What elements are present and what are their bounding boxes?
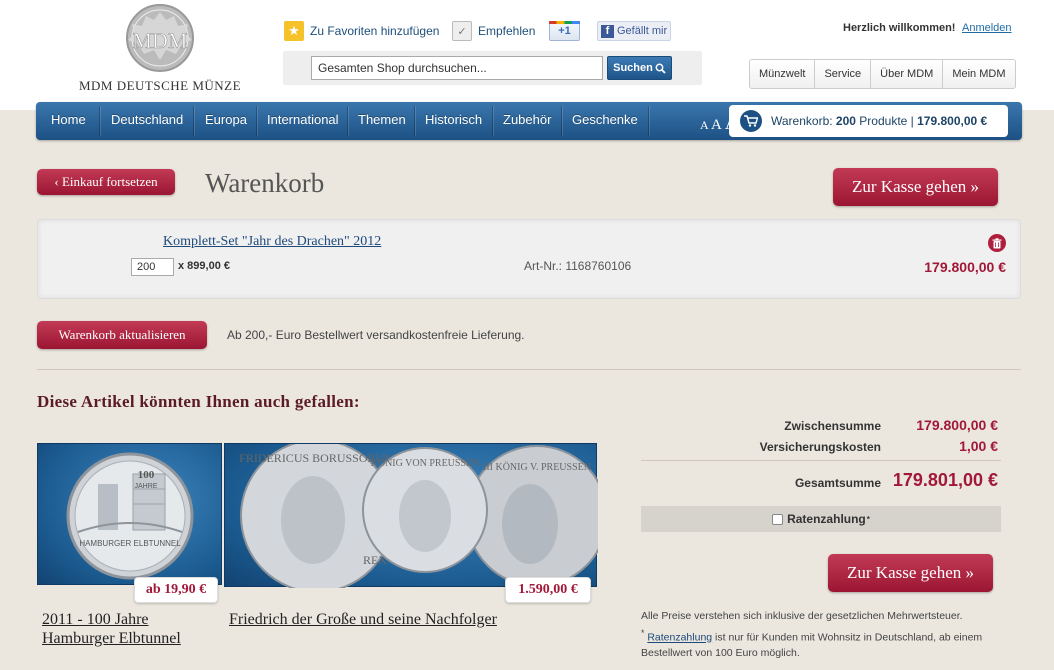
cart-item-name[interactable]: Komplett-Set "Jahr des Drachen" 2012 [163,234,381,250]
subtotal-value: 179.800,00 € [916,417,998,433]
item-total: 179.800,00 € [924,259,1006,275]
installment-note: * Ratenzahlung ist nur für Kunden mit Wo… [641,626,1011,661]
font-size-small[interactable]: A [700,118,708,132]
nav-themen[interactable]: Themen [358,102,406,140]
shipping-note: Ab 200,- Euro Bestellwert versandkostenf… [227,328,525,342]
login-link[interactable]: Anmelden [962,22,1012,34]
coin-text: 100 [138,469,155,481]
nav-geschenke[interactable]: Geschenke [572,102,638,140]
coin-text: HAMBURGER ELBTUNNEL [79,539,181,548]
total-value: 179.801,00 € [892,470,998,490]
top-link-muenzwelt[interactable]: Münzwelt [750,60,816,88]
top-link-service[interactable]: Service [815,60,872,88]
welcome-text: Herzlich willkommen! [843,22,956,34]
nav-separator [193,106,194,136]
vat-note: Alle Preise verstehen sich inklusive der… [641,610,963,622]
footnote-mark: * [641,628,645,638]
page-title: Warenkorb [205,168,325,198]
fb-like-label: Gefällt mir [617,25,668,37]
search-input[interactable] [311,56,603,80]
favorites-label: Zu Favoriten hinzufügen [310,24,440,38]
nav-europa[interactable]: Europa [205,102,247,140]
logo[interactable]: MDM MDM DEUTSCHE MÜNZE [70,4,250,96]
checkout-button-bottom[interactable]: Zur Kasse gehen » [828,554,993,592]
nav-separator [347,106,348,136]
installment-link[interactable]: Ratenzahlung [647,632,712,644]
top-link-ueber-mdm[interactable]: Über MDM [871,60,944,88]
recommendations-title: Diese Artikel könnten Ihnen auch gefalle… [37,392,360,411]
font-size-medium[interactable]: A [711,117,722,133]
nav-separator [492,106,493,136]
checkout-button-top[interactable]: Zur Kasse gehen » [833,168,998,206]
insurance-label: Versicherungskosten [759,440,881,454]
cart-widget-total: 179.800,00 € [917,114,988,128]
installment-footnote-mark: * [866,514,870,524]
logo-text: MDM DEUTSCHE MÜNZE [78,78,242,93]
installment-option: Ratenzahlung * [641,506,1001,532]
installment-label: Ratenzahlung [787,512,866,526]
product-image-elbtunnel[interactable]: 100 JAHRE HAMBURGER ELBTUNNEL [37,443,222,585]
coin-text: JAHRE [135,483,158,490]
star-icon: ★ [284,21,304,41]
trash-icon[interactable] [988,234,1006,252]
top-link-mein-mdm[interactable]: Mein MDM [943,60,1014,88]
divider [37,369,1021,370]
subtotal-label: Zwischensumme [784,419,881,433]
eagle-icon: MDM [126,4,194,72]
checkmark-icon: ✓ [452,21,472,41]
cart-icon [740,110,762,132]
product-name-friedrich[interactable]: Friedrich der Große und seine Nachfolger [229,610,599,629]
insurance-value: 1,00 € [959,438,998,454]
nav-zubehoer[interactable]: Zubehör [503,102,551,140]
nav-deutschland[interactable]: Deutschland [111,102,183,140]
search-button[interactable]: Suchen [607,56,672,80]
nav-separator [414,106,415,136]
nav-international[interactable]: International [267,102,339,140]
nav-separator [648,106,649,136]
installment-checkbox[interactable] [772,513,784,525]
cart-widget-products: Produkte | [859,114,914,128]
nav-historisch[interactable]: Historisch [425,102,482,140]
update-cart-button[interactable]: Warenkorb aktualisieren [37,321,207,349]
recommend-link[interactable]: ✓ Empfehlen [452,20,535,42]
nav-separator [256,106,257,136]
magnifier-icon [655,63,666,74]
product-name-elbtunnel[interactable]: 2011 - 100 Jahre Hamburger Elbtunnel [42,610,222,648]
summary-divider [641,460,1001,461]
coin-text: KÖNIG VON PREUSSEN [371,457,480,469]
facebook-icon: f [601,24,614,38]
recommend-label: Empfehlen [478,24,536,38]
cart-widget[interactable]: Warenkorb: 200 Produkte | 179.800,00 € [729,105,1008,137]
google-plus-button[interactable]: +1 [549,21,580,41]
facebook-like-button[interactable]: f Gefällt mir [597,21,671,41]
coins-image: III KÖNIG V. PREUSSEN FRIDERICUS BORUSSO… [239,439,608,593]
cart-widget-count: 200 [835,114,856,128]
top-links: Münzwelt Service Über MDM Mein MDM [749,59,1016,89]
nav-home[interactable]: Home [51,102,86,140]
product-image-friedrich[interactable]: III KÖNIG V. PREUSSEN FRIDERICUS BORUSSO… [224,439,608,593]
coin-text: III KÖNIG V. PREUSSEN [483,461,591,473]
nav-separator [561,106,562,136]
product-price: ab 19,90 € [134,577,218,603]
add-to-favorites-link[interactable]: ★ Zu Favoriten hinzufügen [284,20,439,42]
continue-shopping-button[interactable]: ‹ Einkauf fortsetzen [37,169,175,195]
cart-widget-label: Warenkorb: [771,114,833,128]
quantity-input[interactable] [131,258,174,276]
coin-image: 100 JAHRE HAMBURGER ELBTUNNEL [66,452,194,580]
unit-price: x 899,00 € [178,260,230,272]
logo-monogram: MDM [132,28,187,53]
search-button-label: Suchen [613,62,653,74]
total-label: Gesamtsumme [794,476,881,490]
nav-separator [99,106,100,136]
product-price: 1.590,00 € [505,577,591,603]
article-number: Art-Nr.: 1168760106 [524,259,632,273]
